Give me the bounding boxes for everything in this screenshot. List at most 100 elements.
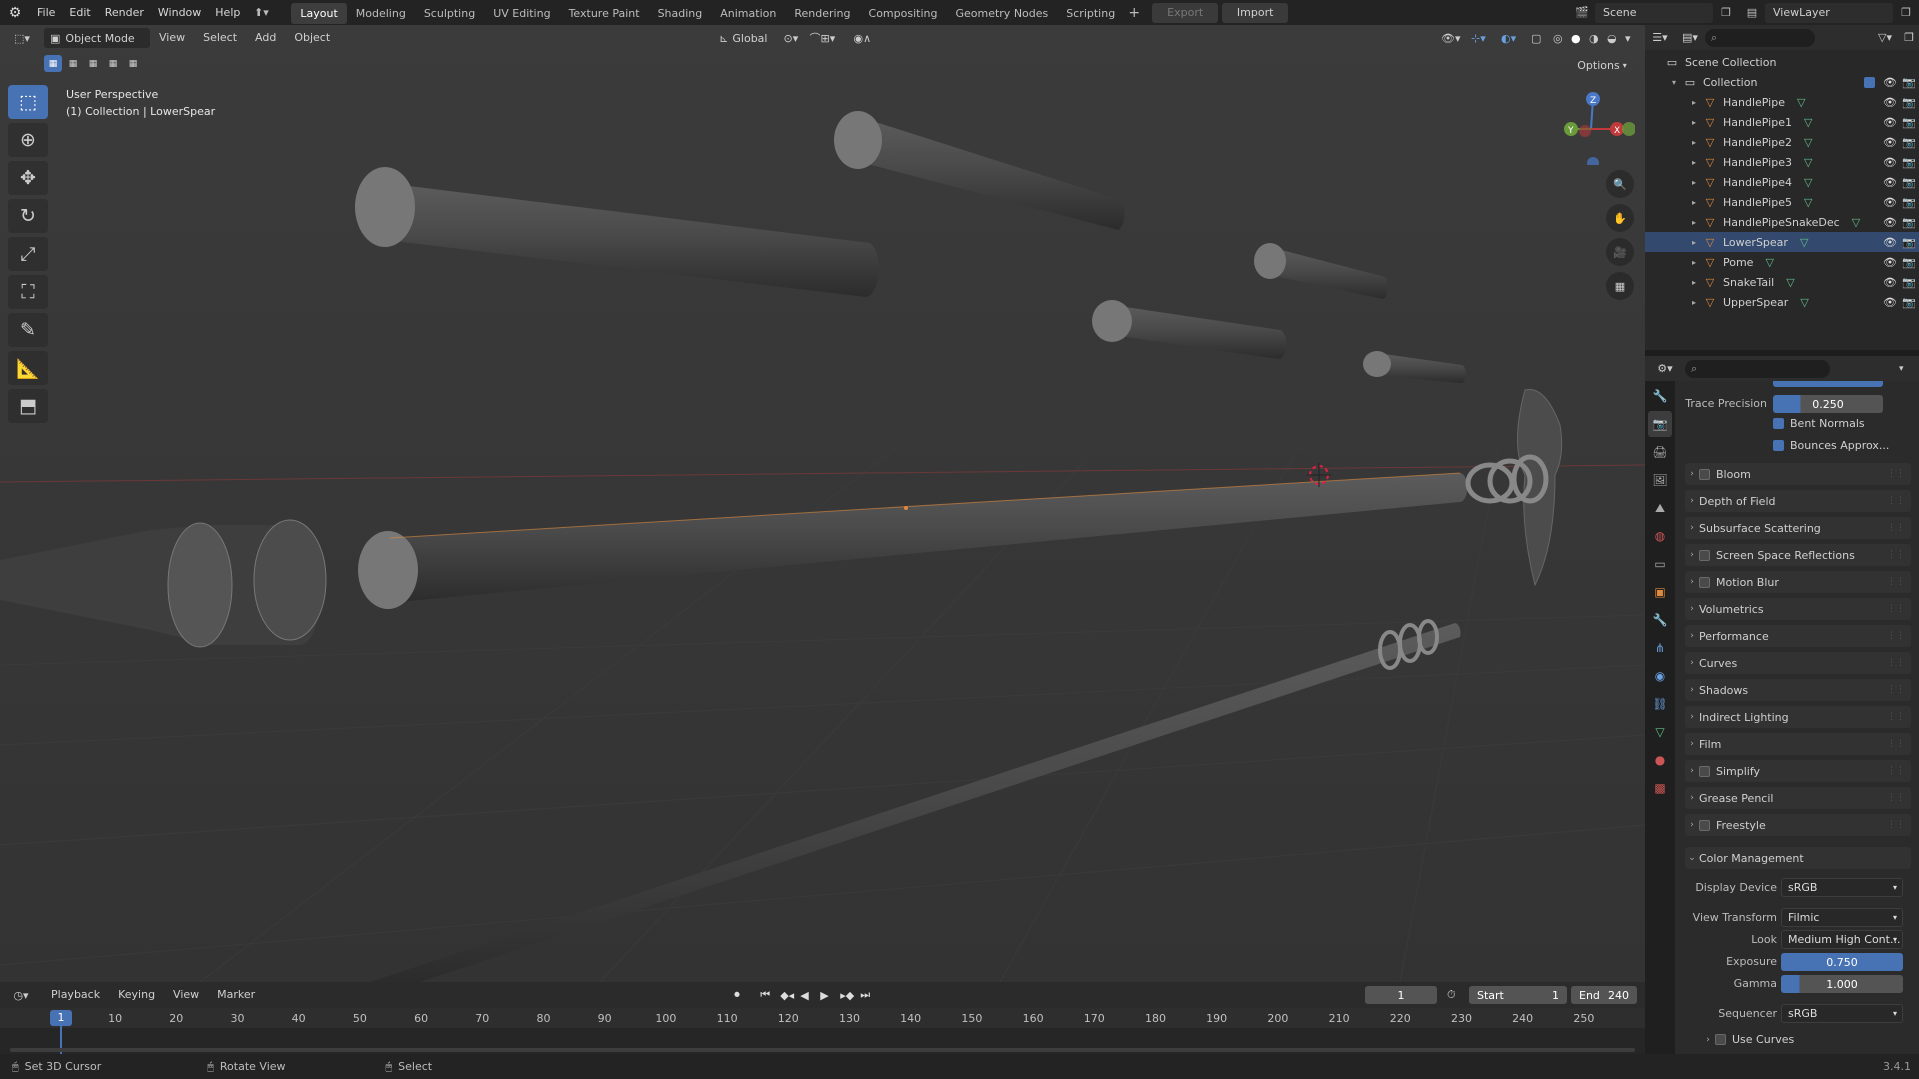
chevron-right-icon[interactable]: ▸: [1687, 238, 1701, 247]
play-icon[interactable]: ▶: [820, 989, 840, 1002]
blender-logo-icon[interactable]: ⚙: [0, 5, 30, 21]
particles-tab-icon[interactable]: ⋔: [1648, 635, 1672, 661]
xray-toggle-icon[interactable]: ▢: [1531, 32, 1553, 45]
chevron-right-icon[interactable]: ▸: [1687, 118, 1701, 127]
proportional-edit-icon[interactable]: ◉∧: [853, 32, 889, 45]
tab-sculpting[interactable]: Sculpting: [415, 3, 484, 24]
display-device-dropdown[interactable]: sRGB ▾: [1781, 878, 1903, 897]
visibility-eye-icon[interactable]: 👁: [1881, 256, 1899, 269]
outliner-editor-icon[interactable]: ☰▾: [1645, 31, 1675, 44]
pivot-icon[interactable]: ⊙▾: [783, 32, 809, 45]
constraints-tab-icon[interactable]: ⛓: [1648, 691, 1672, 717]
trace-precision-slider[interactable]: 0.250: [1773, 395, 1883, 413]
overlay-toggle-icon[interactable]: ◐▾: [1501, 32, 1531, 45]
tab-scripting[interactable]: Scripting: [1057, 3, 1124, 24]
select-box-tool-icon[interactable]: ⬚: [8, 85, 48, 119]
render-camera-icon[interactable]: 📷: [1899, 176, 1919, 189]
options-button[interactable]: Options ▾: [1572, 55, 1632, 75]
truncated-factor-field[interactable]: [1773, 381, 1883, 387]
outliner-item-handlepipe2[interactable]: ▸ ▽ HandlePipe2 ▽ 👁 📷: [1645, 132, 1919, 152]
menu-file[interactable]: File: [30, 0, 62, 25]
menu-select[interactable]: Select: [194, 25, 246, 51]
outliner-scene-collection[interactable]: ▭ Scene Collection: [1645, 52, 1919, 72]
menu-playback[interactable]: Playback: [42, 982, 109, 1008]
chevron-right-icon[interactable]: ▸: [1687, 158, 1701, 167]
select-subtract-icon[interactable]: ▦: [84, 55, 102, 72]
rotate-tool-icon[interactable]: ↻: [8, 199, 48, 233]
mesh-data-icon[interactable]: ▽: [1804, 116, 1812, 129]
new-collection-icon[interactable]: ❐: [1899, 31, 1919, 44]
visibility-eye-icon[interactable]: 👁: [1881, 136, 1899, 149]
jump-start-icon[interactable]: ⏮: [760, 988, 780, 1002]
editor-type-icon[interactable]: ⬚▾: [0, 32, 44, 45]
transform-tool-icon[interactable]: ⛶: [8, 275, 48, 309]
scene-copy-icon[interactable]: ❐: [1713, 6, 1739, 19]
menu-add[interactable]: Add: [246, 25, 285, 51]
panel-volumetrics[interactable]: › Volumetrics ⋮⋮: [1685, 598, 1911, 620]
select-invert-icon[interactable]: ▦: [104, 55, 122, 72]
texture-tab-icon[interactable]: ▩: [1648, 775, 1672, 801]
ortho-grid-icon[interactable]: ▦: [1606, 272, 1634, 300]
visibility-eye-icon[interactable]: 👁: [1881, 156, 1899, 169]
outliner-item-handlepipesnakedec[interactable]: ▸ ▽ HandlePipeSnakeDec ▽ 👁 📷: [1645, 212, 1919, 232]
render-tab-icon[interactable]: 📷: [1648, 411, 1672, 437]
render-camera-icon[interactable]: 📷: [1899, 256, 1919, 269]
render-camera-icon[interactable]: 📷: [1899, 136, 1919, 149]
panel-enable-checkbox[interactable]: [1699, 468, 1710, 480]
drag-handle-icon[interactable]: ⋮⋮: [1887, 550, 1905, 560]
chevron-right-icon[interactable]: ▸: [1687, 298, 1701, 307]
outliner-item-handlepipe[interactable]: ▸ ▽ HandlePipe ▽ 👁 📷: [1645, 92, 1919, 112]
visibility-eye-icon[interactable]: 👁: [1881, 296, 1899, 309]
visibility-eye-icon[interactable]: 👁: [1881, 116, 1899, 129]
use-curves-subpanel[interactable]: › Use Curves: [1701, 1033, 1794, 1046]
modifier-tab-icon[interactable]: 🔧: [1648, 607, 1672, 633]
visibility-eye-icon[interactable]: 👁: [1881, 196, 1899, 209]
mesh-data-icon[interactable]: ▽: [1786, 276, 1794, 289]
import-button[interactable]: Import: [1222, 2, 1289, 23]
menu-timeline-view[interactable]: View: [164, 982, 208, 1008]
bent-normals-checkbox[interactable]: Bent Normals: [1773, 417, 1865, 430]
transform-orientation[interactable]: Global: [732, 32, 767, 45]
panel-enable-checkbox[interactable]: [1699, 549, 1710, 561]
gamma-field[interactable]: 1.000: [1781, 975, 1903, 993]
menu-edit[interactable]: Edit: [62, 0, 97, 25]
drag-handle-icon[interactable]: ⋮⋮: [1887, 685, 1905, 695]
mesh-data-icon[interactable]: ▽: [1804, 176, 1812, 189]
visibility-icon[interactable]: 👁▾: [1441, 32, 1471, 45]
shading-options-icon[interactable]: ▾: [1625, 32, 1645, 45]
mesh-data-icon[interactable]: ▽: [1804, 196, 1812, 209]
chevron-down-icon[interactable]: ▾: [1899, 364, 1919, 374]
data-tab-icon[interactable]: ▽: [1648, 719, 1672, 745]
outliner-item-handlepipe3[interactable]: ▸ ▽ HandlePipe3 ▽ 👁 📷: [1645, 152, 1919, 172]
playhead-frame-badge[interactable]: 1: [50, 1010, 72, 1026]
outliner-search-input[interactable]: ⌕: [1705, 28, 1815, 47]
mesh-data-icon[interactable]: ▽: [1800, 296, 1808, 309]
visibility-eye-icon[interactable]: 👁: [1881, 96, 1899, 109]
panel-grease-pencil[interactable]: › Grease Pencil ⋮⋮: [1685, 787, 1911, 809]
end-frame-field[interactable]: End 240: [1571, 986, 1637, 1004]
panel-indirect-lighting[interactable]: › Indirect Lighting ⋮⋮: [1685, 706, 1911, 728]
outliner-collection[interactable]: ▾ ▭ Collection 👁 📷: [1645, 72, 1919, 92]
pan-hand-icon[interactable]: ✋: [1606, 204, 1634, 232]
properties-editor-icon[interactable]: ⚙▾: [1645, 362, 1685, 375]
chevron-right-icon[interactable]: ▸: [1687, 138, 1701, 147]
properties-search-input[interactable]: ⌕: [1685, 359, 1830, 378]
look-dropdown[interactable]: Medium High Cont... ▾: [1781, 930, 1903, 949]
menu-object[interactable]: Object: [285, 25, 339, 51]
drag-handle-icon[interactable]: ⋮⋮: [1887, 523, 1905, 533]
render-camera-icon[interactable]: 📷: [1899, 296, 1919, 309]
solid-shading-icon[interactable]: ●: [1571, 32, 1589, 45]
chevron-right-icon[interactable]: ▸: [1687, 218, 1701, 227]
panel-simplify[interactable]: › Simplify ⋮⋮: [1685, 760, 1911, 782]
tool-tab-icon[interactable]: 🔧: [1648, 383, 1672, 409]
drag-handle-icon[interactable]: ⋮⋮: [1887, 739, 1905, 749]
chevron-right-icon[interactable]: ▸: [1687, 258, 1701, 267]
tab-compositing[interactable]: Compositing: [860, 3, 947, 24]
collection-tab-icon[interactable]: ▭: [1648, 551, 1672, 577]
drag-handle-icon[interactable]: ⋮⋮: [1887, 820, 1905, 830]
outliner-item-lowerspear[interactable]: ▸ ▽ LowerSpear ▽ 👁 📷: [1645, 232, 1919, 252]
expand-chevron-icon[interactable]: ▾: [1667, 78, 1681, 87]
current-frame-field[interactable]: 1: [1365, 986, 1437, 1004]
camera-view-icon[interactable]: 🎥: [1606, 238, 1634, 266]
scene-icon[interactable]: 🎬: [1569, 6, 1595, 19]
